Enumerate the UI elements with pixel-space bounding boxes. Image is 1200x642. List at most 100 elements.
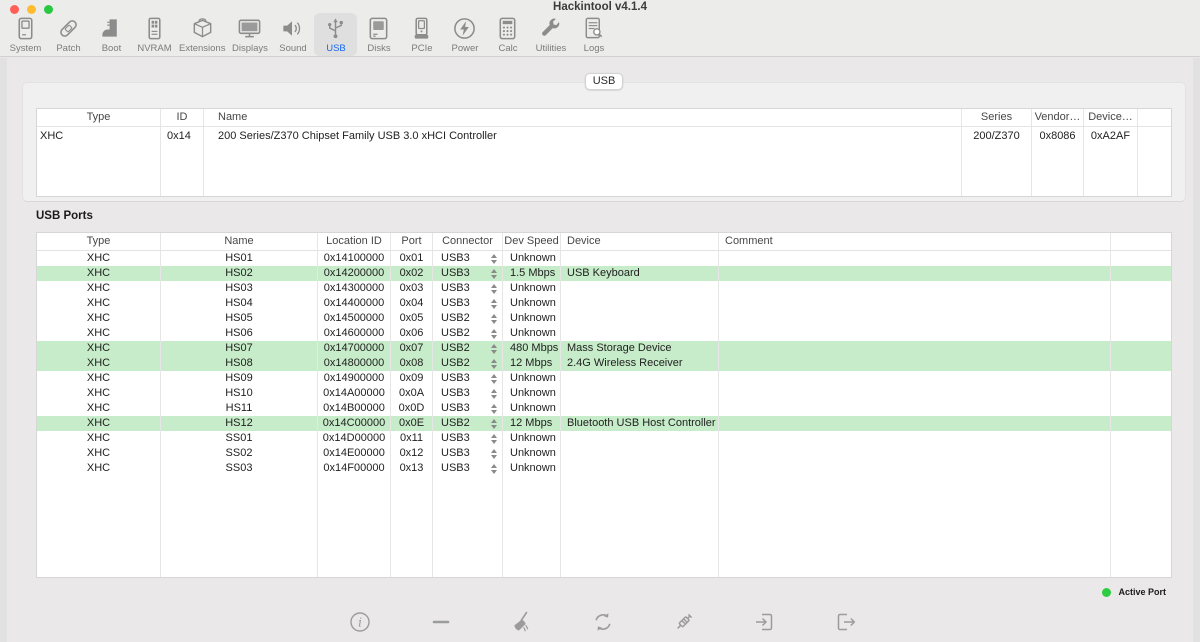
toolbar-item-system[interactable]: System	[4, 13, 47, 56]
port-row[interactable]: XHC HS05 0x14500000 0x05 USB2 Unknown	[37, 311, 1171, 326]
controller-name: 200 Series/Z370 Chipset Family USB 3.0 x…	[204, 127, 962, 146]
port-row[interactable]: XHC HS06 0x14600000 0x06 USB2 Unknown	[37, 326, 1171, 341]
connector-popup[interactable]: USB3	[433, 401, 503, 416]
refresh-button[interactable]	[591, 610, 615, 636]
connector-popup[interactable]: USB3	[433, 281, 503, 296]
port-row[interactable]: XHC HS07 0x14700000 0x07 USB2 480 Mbps M…	[37, 341, 1171, 356]
inject-button[interactable]	[672, 610, 696, 636]
port-row[interactable]: XHC SS03 0x14F00000 0x13 USB3 Unknown	[37, 461, 1171, 476]
window-left-edge	[0, 58, 7, 642]
connector-popup[interactable]: USB3	[433, 386, 503, 401]
info-button[interactable]: i	[348, 610, 372, 636]
port-row[interactable]: XHC SS01 0x14D00000 0x11 USB3 Unknown	[37, 431, 1171, 446]
port-number: 0x11	[391, 431, 433, 446]
toolbar-item-usb[interactable]: USB	[314, 13, 357, 56]
port-number: 0x08	[391, 356, 433, 371]
controller-type: XHC	[37, 127, 161, 146]
toolbar-item-nvram[interactable]: NVRAM	[133, 13, 176, 56]
connector-popup[interactable]: USB3	[433, 266, 503, 281]
port-location-id: 0x14900000	[318, 371, 391, 386]
toolbar-item-extensions[interactable]: Extensions	[176, 13, 228, 56]
col-header-id[interactable]: ID	[161, 109, 204, 126]
connector-popup[interactable]: USB2	[433, 311, 503, 326]
toolbar-item-boot[interactable]: Boot	[90, 13, 133, 56]
connector-popup[interactable]: USB2	[433, 356, 503, 371]
toolbar-item-displays[interactable]: Displays	[228, 13, 271, 56]
import-icon	[753, 610, 777, 634]
port-name: HS06	[161, 326, 318, 341]
port-row[interactable]: XHC HS09 0x14900000 0x09 USB3 Unknown	[37, 371, 1171, 386]
col-header-series[interactable]: Series	[962, 109, 1032, 126]
port-row[interactable]: XHC HS04 0x14400000 0x04 USB3 Unknown	[37, 296, 1171, 311]
col-header-type[interactable]: Type	[37, 233, 161, 250]
toolbar-item-pcie[interactable]: PCIe	[400, 13, 443, 56]
clean-button[interactable]	[510, 610, 534, 636]
col-header-type[interactable]: Type	[37, 109, 161, 126]
connector-popup[interactable]: USB2	[433, 326, 503, 341]
connector-popup[interactable]: USB3	[433, 251, 503, 266]
connector-popup[interactable]: USB3	[433, 461, 503, 476]
col-header-device[interactable]: Device…	[1084, 109, 1138, 126]
col-header-dev-speed[interactable]: Dev Speed	[503, 233, 561, 250]
port-number: 0x06	[391, 326, 433, 341]
port-row[interactable]: XHC HS08 0x14800000 0x08 USB2 12 Mbps 2.…	[37, 356, 1171, 371]
connector-popup[interactable]: USB3	[433, 431, 503, 446]
port-row[interactable]: XHC HS12 0x14C00000 0x0E USB2 12 Mbps Bl…	[37, 416, 1171, 431]
port-device: USB Keyboard	[561, 266, 719, 281]
port-device	[561, 431, 719, 446]
info-icon: i	[348, 610, 372, 634]
col-header-location[interactable]: Location ID	[318, 233, 391, 250]
port-comment	[719, 251, 1111, 266]
col-header-port[interactable]: Port	[391, 233, 433, 250]
toolbar-item-power[interactable]: Power	[443, 13, 486, 56]
toolbar-item-calc[interactable]: Calc	[486, 13, 529, 56]
import-button[interactable]	[753, 610, 777, 636]
port-row[interactable]: XHC SS02 0x14E00000 0x12 USB3 Unknown	[37, 446, 1171, 461]
connector-popup[interactable]: USB3	[433, 296, 503, 311]
connector-popup[interactable]: USB3	[433, 446, 503, 461]
port-comment	[719, 341, 1111, 356]
col-header-comment[interactable]: Comment	[719, 233, 1111, 250]
port-name: HS02	[161, 266, 318, 281]
port-device	[561, 401, 719, 416]
col-header-filler	[1111, 233, 1171, 250]
port-row[interactable]: XHC HS01 0x14100000 0x01 USB3 Unknown	[37, 251, 1171, 266]
toolbar-item-utilities[interactable]: Utilities	[529, 13, 572, 56]
connector-popup[interactable]: USB3	[433, 371, 503, 386]
title-bar: Hackintool v4.1.4 System Patch Boot NVRA…	[0, 0, 1200, 57]
port-row[interactable]: XHC HS10 0x14A00000 0x0A USB3 Unknown	[37, 386, 1171, 401]
col-header-name[interactable]: Name	[204, 109, 962, 126]
mac-classic-icon	[13, 16, 38, 41]
col-header-filler	[1138, 109, 1171, 126]
col-header-name[interactable]: Name	[161, 233, 318, 250]
col-header-vendor[interactable]: Vendor…	[1032, 109, 1084, 126]
port-row[interactable]: XHC HS02 0x14200000 0x02 USB3 1.5 Mbps U…	[37, 266, 1171, 281]
toolbar-item-logs[interactable]: Logs	[572, 13, 615, 56]
export-button[interactable]	[834, 610, 858, 636]
port-name: HS01	[161, 251, 318, 266]
port-row[interactable]: XHC HS11 0x14B00000 0x0D USB3 Unknown	[37, 401, 1171, 416]
power-bolt-icon	[452, 16, 477, 41]
port-row[interactable]: XHC HS03 0x14300000 0x03 USB3 Unknown	[37, 281, 1171, 296]
usb-trident-icon	[323, 16, 348, 41]
col-header-device[interactable]: Device	[561, 233, 719, 250]
toolbar-item-disks[interactable]: Disks	[357, 13, 400, 56]
tab-usb[interactable]: USB	[585, 73, 623, 90]
boot-icon	[99, 16, 124, 41]
port-dev-speed: Unknown	[503, 251, 561, 266]
usb-ports-heading: USB Ports	[36, 210, 93, 222]
stepper-icon	[491, 419, 497, 429]
connector-popup[interactable]: USB2	[433, 416, 503, 431]
port-dev-speed: Unknown	[503, 296, 561, 311]
port-location-id: 0x14600000	[318, 326, 391, 341]
col-header-connector[interactable]: Connector	[433, 233, 503, 250]
connector-popup[interactable]: USB2	[433, 341, 503, 356]
port-device	[561, 326, 719, 341]
remove-button[interactable]	[429, 610, 453, 636]
toolbar-item-sound[interactable]: Sound	[271, 13, 314, 56]
broom-icon	[510, 610, 534, 634]
toolbar-item-patch[interactable]: Patch	[47, 13, 90, 56]
port-device	[561, 311, 719, 326]
stepper-icon	[491, 299, 497, 309]
controller-row[interactable]: XHC 0x14 200 Series/Z370 Chipset Family …	[37, 127, 1171, 146]
